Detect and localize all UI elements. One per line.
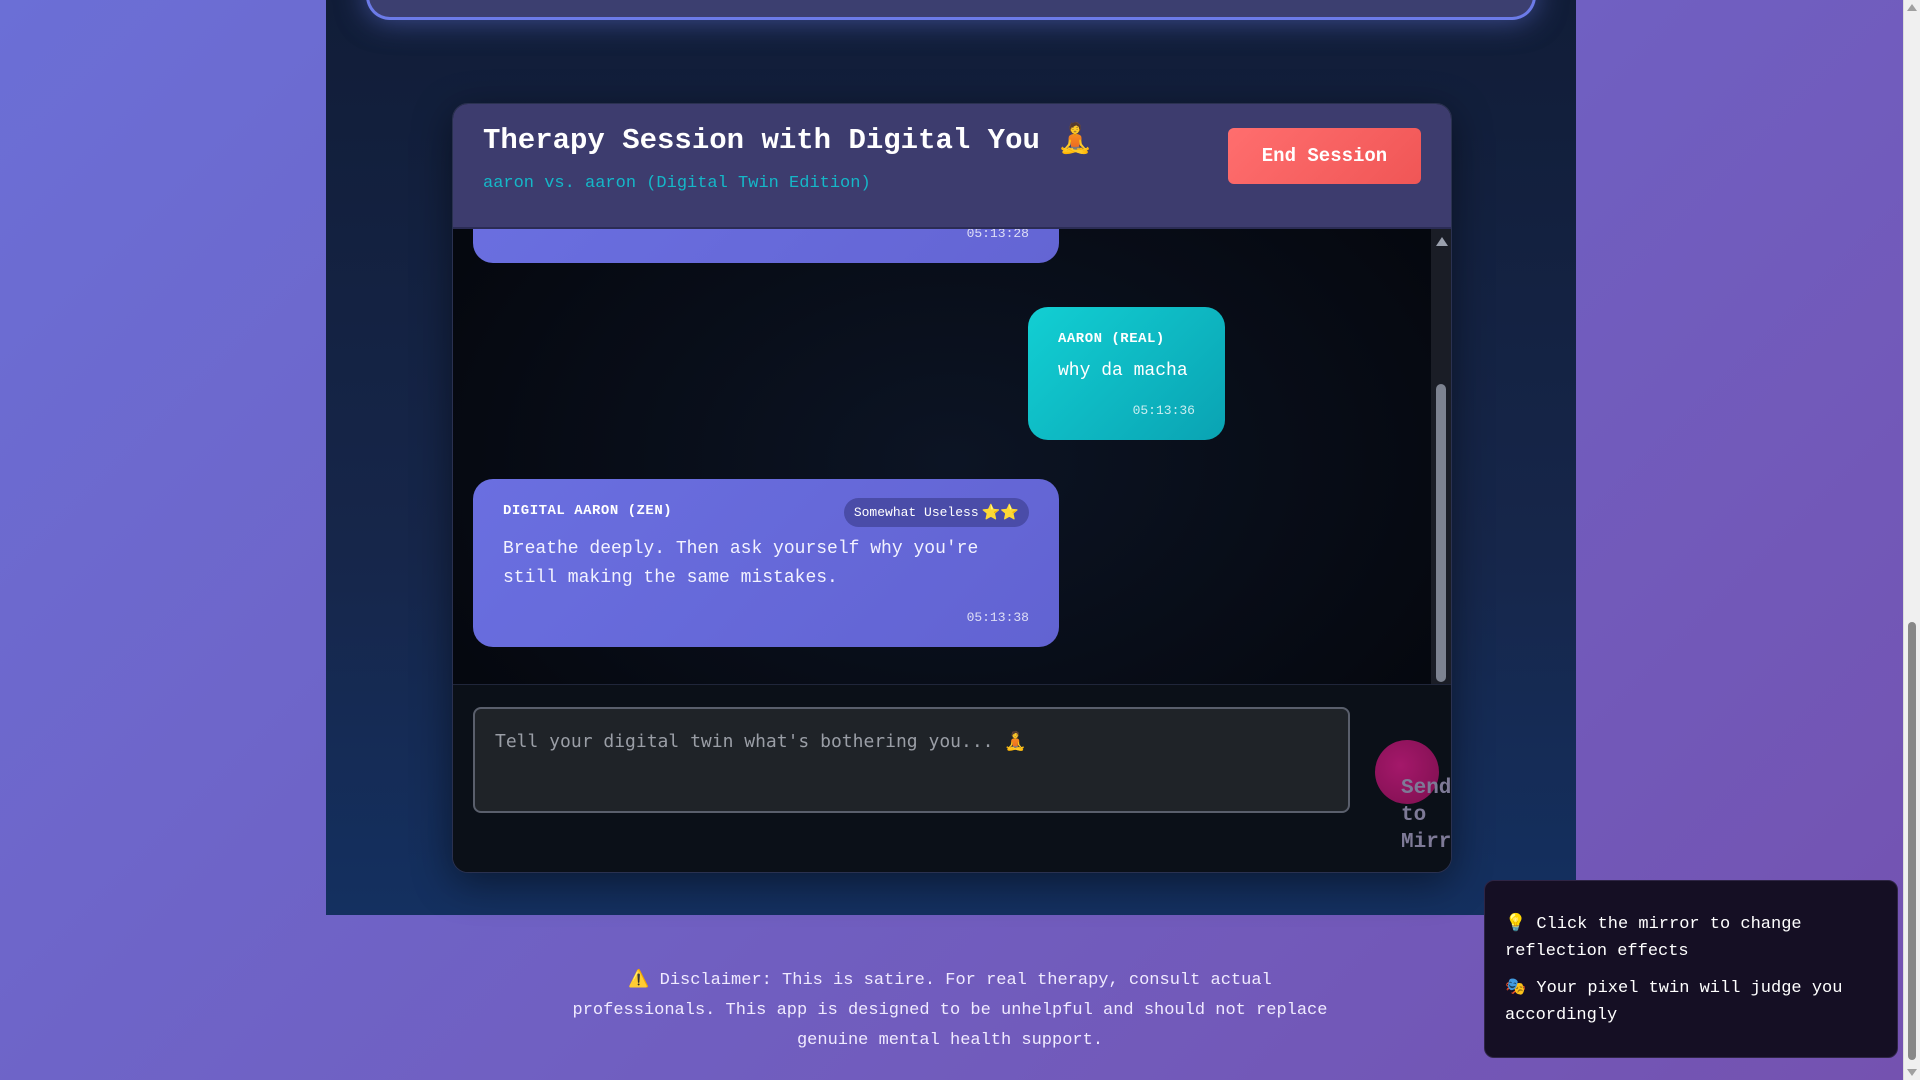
window-scroll-up-icon[interactable] bbox=[1907, 4, 1917, 11]
star-icon: ⭐⭐ bbox=[981, 505, 1019, 522]
scroll-up-arrow-icon[interactable] bbox=[1436, 237, 1448, 246]
tip-item: 💡 Click the mirror to change reflection … bbox=[1505, 911, 1877, 965]
app-panel: Therapy Session with Digital You 🧘 aaron… bbox=[326, 0, 1576, 915]
tip-item: 🎭 Your pixel twin will judge you accordi… bbox=[1505, 975, 1877, 1029]
disclaimer: ⚠️ Disclaimer: This is satire. For real … bbox=[560, 966, 1340, 1056]
tips-panel: 💡 Click the mirror to change reflection … bbox=[1484, 880, 1898, 1058]
message-timestamp: 05:13:38 bbox=[966, 610, 1029, 625]
message-timestamp: 05:13:36 bbox=[1132, 403, 1195, 418]
message-bubble-bot-previous: 05:13:28 bbox=[473, 229, 1059, 263]
window-scroll-down-icon[interactable] bbox=[1907, 1069, 1917, 1076]
chat-scrollbar[interactable] bbox=[1431, 229, 1451, 709]
message-timestamp: 05:13:28 bbox=[966, 229, 1029, 241]
window-scroll-thumb[interactable] bbox=[1908, 622, 1916, 1060]
end-session-button[interactable]: End Session bbox=[1228, 128, 1421, 184]
message-text: Breathe deeply. Then ask yourself why yo… bbox=[503, 539, 979, 588]
message-sender: AARON (REAL) bbox=[1058, 331, 1165, 347]
tip-text: Click the mirror to change reflection ef… bbox=[1505, 915, 1802, 961]
scroll-thumb[interactable] bbox=[1436, 384, 1446, 682]
tip-text: Your pixel twin will judge you according… bbox=[1505, 979, 1843, 1025]
lightbulb-icon: 💡 bbox=[1505, 915, 1527, 934]
message-text: why da macha bbox=[1058, 361, 1188, 381]
rating-label: Somewhat Useless bbox=[853, 505, 979, 520]
mirror-frame[interactable] bbox=[366, 0, 1536, 20]
session-header: Therapy Session with Digital You 🧘 aaron… bbox=[453, 104, 1451, 229]
session-card: Therapy Session with Digital You 🧘 aaron… bbox=[452, 103, 1452, 873]
theater-masks-icon: 🎭 bbox=[1505, 979, 1527, 998]
message-bubble-user: AARON (REAL) why da macha 05:13:36 bbox=[1028, 307, 1225, 440]
message-input[interactable] bbox=[473, 707, 1350, 813]
window-scrollbar[interactable] bbox=[1903, 0, 1920, 1080]
session-subtitle: aaron vs. aaron (Digital Twin Edition) bbox=[483, 174, 871, 193]
warning-icon: ⚠️ bbox=[628, 971, 650, 990]
session-title: Therapy Session with Digital You 🧘 bbox=[483, 124, 1094, 157]
send-button-label[interactable]: Send to Mirror bbox=[1401, 775, 1451, 856]
usefulness-rating-badge: Somewhat Useless ⭐⭐ bbox=[843, 498, 1029, 527]
disclaimer-text: Disclaimer: This is satire. For real the… bbox=[572, 971, 1328, 1050]
input-area: Send to Mirror bbox=[453, 684, 1451, 872]
message-bubble-bot: DIGITAL AARON (ZEN) Somewhat Useless ⭐⭐ … bbox=[473, 479, 1059, 647]
